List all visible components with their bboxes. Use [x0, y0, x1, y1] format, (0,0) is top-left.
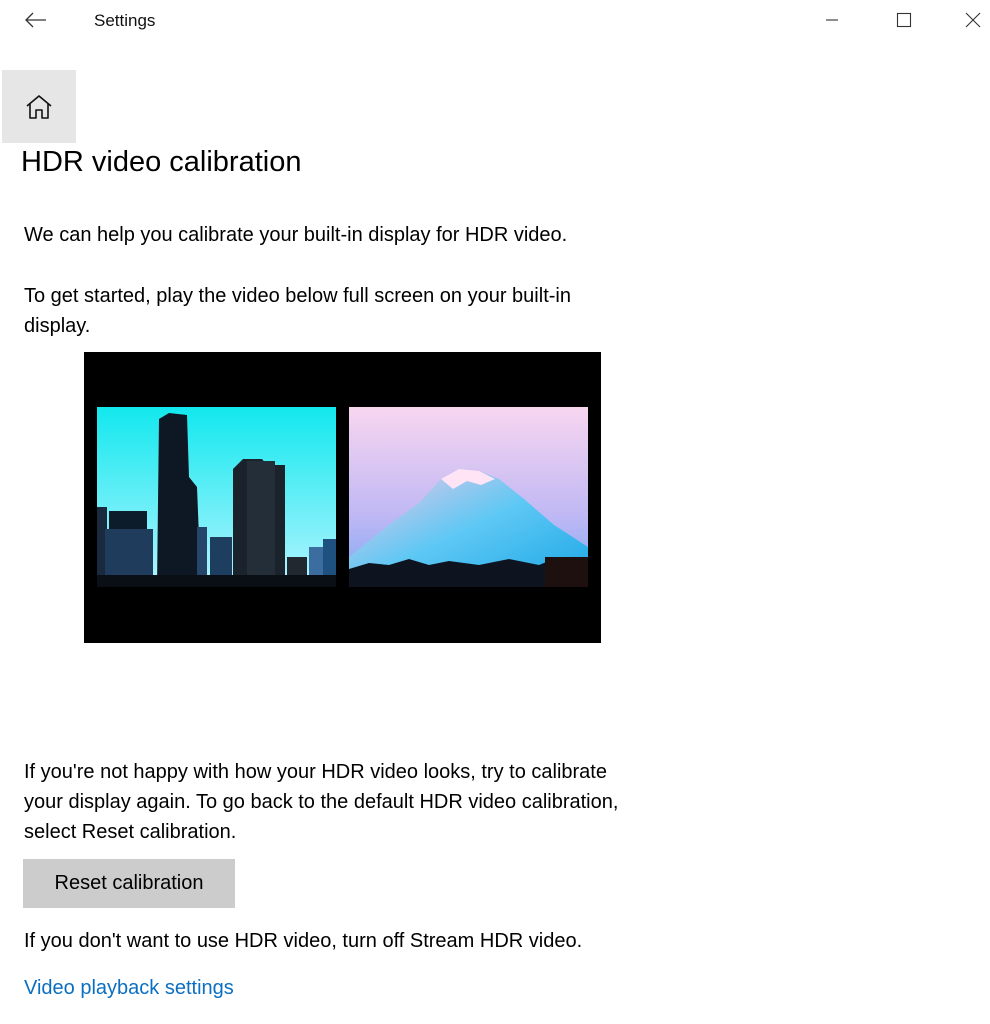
city-skyline-image — [97, 407, 336, 587]
recalibrate-text-line1: If you're not happy with how your HDR vi… — [24, 761, 607, 783]
home-icon — [26, 94, 52, 119]
page-title: HDR video calibration — [21, 146, 302, 178]
maximize-icon — [896, 12, 912, 28]
minimize-button[interactable] — [812, 4, 852, 36]
back-button[interactable] — [22, 6, 50, 34]
mountain-image — [349, 407, 588, 587]
close-icon — [965, 12, 981, 28]
instructions-text-line2: display. — [24, 315, 91, 337]
reset-calibration-button[interactable]: Reset calibration — [23, 859, 235, 908]
home-button[interactable] — [2, 70, 76, 143]
title-bar: Settings — [0, 0, 990, 40]
video-playback-settings-link[interactable]: Video playback settings — [24, 973, 234, 1003]
close-button[interactable] — [953, 4, 990, 36]
arrow-left-icon — [25, 12, 46, 28]
minimize-icon — [826, 19, 838, 21]
recalibrate-text-line2: your display again. To go back to the de… — [24, 791, 619, 813]
app-title: Settings — [94, 11, 156, 30]
maximize-button[interactable] — [884, 4, 924, 36]
intro-text: We can help you calibrate your built-in … — [24, 224, 568, 246]
recalibrate-text-line3: select Reset calibration. — [24, 821, 237, 843]
turn-off-hdr-text: If you don't want to use HDR video, turn… — [24, 930, 583, 952]
instructions-text-line1: To get started, play the video below ful… — [24, 285, 571, 307]
calibration-video[interactable] — [84, 352, 601, 643]
